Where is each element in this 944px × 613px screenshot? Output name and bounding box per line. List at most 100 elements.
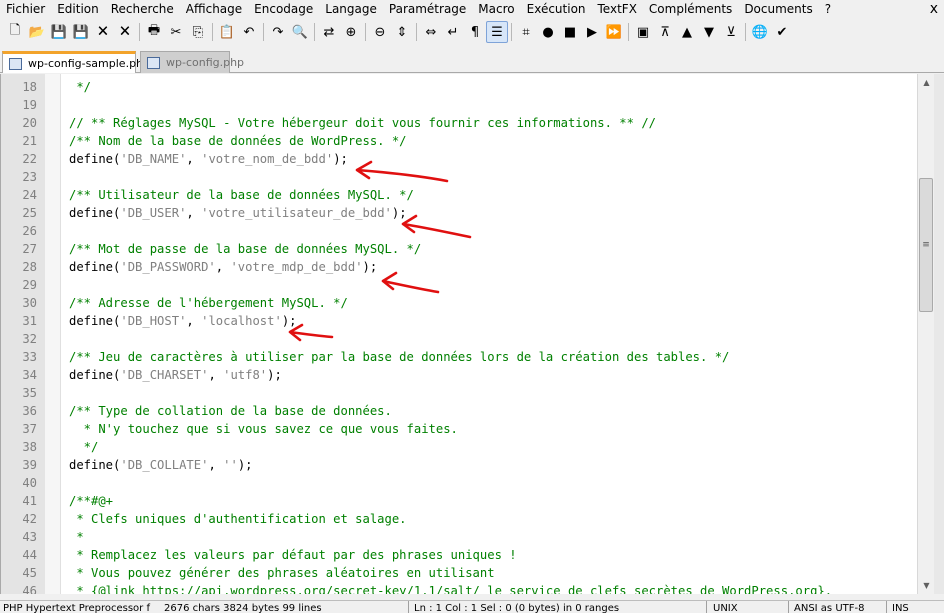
replace-icon[interactable]: ⇄ bbox=[318, 21, 340, 43]
line-number: 44 bbox=[22, 548, 37, 562]
menu-item[interactable]: Edition bbox=[51, 0, 105, 19]
code-line: 22 define('DB_NAME', 'votre_nom_de_bdd'); bbox=[1, 150, 917, 168]
code-line: 45 * Vous pouvez générer des phrases alé… bbox=[1, 564, 917, 582]
line-number: 46 bbox=[22, 584, 37, 594]
status-divider bbox=[706, 601, 707, 613]
zoom-in-icon[interactable]: ⊕ bbox=[340, 21, 362, 43]
menu-item[interactable]: Compléments bbox=[643, 0, 738, 19]
status-divider bbox=[788, 601, 789, 613]
show-all-chars-icon[interactable]: ¶ bbox=[464, 21, 486, 43]
code-line: 21 /** Nom de la base de données de WordP… bbox=[1, 132, 917, 150]
print-icon[interactable]: 🖶 bbox=[143, 21, 165, 43]
menu-item[interactable]: Recherche bbox=[105, 0, 180, 19]
find-icon[interactable]: 🔍 bbox=[289, 21, 311, 43]
down-icon[interactable]: ▼ bbox=[698, 21, 720, 43]
paste-icon[interactable]: 📋 bbox=[216, 21, 238, 43]
line-number: 42 bbox=[22, 512, 37, 526]
code-text: * N'y touchez que si vous savez ce que v… bbox=[69, 422, 458, 436]
menu-item[interactable]: Paramétrage bbox=[383, 0, 472, 19]
tab-wp-config[interactable]: wp-config.php bbox=[140, 51, 244, 73]
line-number: 23 bbox=[22, 170, 37, 184]
new-file-icon[interactable]: 🗋 bbox=[4, 21, 26, 43]
indent-guide-icon[interactable]: ☰ bbox=[486, 21, 508, 43]
code-text: // ** Réglages MySQL - Votre hébergeur d… bbox=[69, 116, 656, 130]
code-line: 38 */ bbox=[1, 438, 917, 456]
save-macro-icon[interactable]: ▣ bbox=[632, 21, 654, 43]
up-icon[interactable]: ▲ bbox=[676, 21, 698, 43]
file-icon bbox=[147, 56, 160, 69]
copy-icon[interactable]: ⎘ bbox=[187, 21, 209, 43]
code-line: 24 /** Utilisateur de la base de données … bbox=[1, 186, 917, 204]
line-number: 27 bbox=[22, 242, 37, 256]
code-line: 34 define('DB_CHARSET', 'utf8'); bbox=[1, 366, 917, 384]
code-text: /** Utilisateur de la base de données My… bbox=[69, 188, 414, 202]
vertical-scrollbar[interactable]: ▲ ≡ ▼ bbox=[917, 74, 934, 594]
redo-icon[interactable]: ↷ bbox=[267, 21, 289, 43]
sync-horizontal-icon[interactable]: ⇔ bbox=[420, 21, 442, 43]
code-token: ); bbox=[391, 206, 407, 220]
code-token: , bbox=[215, 260, 231, 274]
menu-item[interactable]: Documents bbox=[738, 0, 818, 19]
code-token: define( bbox=[69, 260, 121, 274]
line-number: 38 bbox=[22, 440, 37, 454]
status-language: PHP Hypertext Preprocessor f bbox=[3, 603, 150, 613]
string-token: '' bbox=[223, 458, 238, 472]
code-text: /** Jeu de caractères à utiliser par la … bbox=[69, 350, 730, 364]
string-token: 'utf8' bbox=[223, 368, 268, 382]
close-all-icon[interactable]: 🗙 bbox=[114, 21, 136, 43]
word-wrap-icon[interactable]: ↵ bbox=[442, 21, 464, 43]
code-line: 35 bbox=[1, 384, 917, 402]
code-token: define( bbox=[69, 458, 121, 472]
code-token: ); bbox=[267, 368, 282, 382]
tab-wp-config-sample[interactable]: wp-config-sample.php bbox=[2, 51, 150, 73]
code-line: 25 define('DB_USER', 'votre_utilisateur_d… bbox=[1, 204, 917, 222]
fold-all-icon[interactable]: ⊼ bbox=[654, 21, 676, 43]
open-folder-icon[interactable]: 📂 bbox=[26, 21, 48, 43]
menu-item[interactable]: TextFX bbox=[592, 0, 643, 19]
code-text: * Clefs uniques d'authentification et sa… bbox=[69, 512, 407, 526]
line-number: 24 bbox=[22, 188, 37, 202]
menu-item[interactable]: Encodage bbox=[248, 0, 319, 19]
menu-item[interactable]: Exécution bbox=[521, 0, 592, 19]
menu-item[interactable]: ? bbox=[819, 0, 837, 19]
play-macro-icon[interactable]: ▶ bbox=[581, 21, 603, 43]
code-line: 26 bbox=[1, 222, 917, 240]
line-number: 43 bbox=[22, 530, 37, 544]
code-line: 28 define('DB_PASSWORD', 'votre_mdp_de_bd… bbox=[1, 258, 917, 276]
save-icon[interactable]: 💾 bbox=[48, 21, 70, 43]
sync-vertical-icon[interactable]: ⇕ bbox=[391, 21, 413, 43]
menu-item[interactable]: Macro bbox=[472, 0, 520, 19]
record-macro-icon[interactable]: ● bbox=[537, 21, 559, 43]
user-defined-language-icon[interactable]: ⌗ bbox=[515, 21, 537, 43]
close-icon[interactable]: x bbox=[930, 1, 938, 17]
toolbar-separator bbox=[745, 23, 746, 41]
code-editor[interactable]: 18 */ 19 20 // ** Réglages MySQL - Votre hé… bbox=[0, 74, 917, 594]
scroll-up-icon[interactable]: ▲ bbox=[918, 74, 935, 91]
string-token: 'DB_HOST' bbox=[120, 314, 187, 328]
status-mode: INS bbox=[892, 603, 909, 613]
zoom-out-icon[interactable]: ⊖ bbox=[369, 21, 391, 43]
menu-item[interactable]: Fichier bbox=[0, 0, 51, 19]
stop-record-icon[interactable]: ■ bbox=[559, 21, 581, 43]
save-all-icon[interactable]: 💾 bbox=[70, 21, 92, 43]
scroll-thumb[interactable]: ≡ bbox=[919, 178, 933, 312]
code-line: 42 * Clefs uniques d'authentification et… bbox=[1, 510, 917, 528]
close-icon[interactable]: 🗙 bbox=[92, 21, 114, 43]
line-number: 33 bbox=[22, 350, 37, 364]
run-macro-multiple-icon[interactable]: ⏩ bbox=[603, 21, 625, 43]
launch-browser-icon[interactable]: 🌐 bbox=[749, 21, 771, 43]
code-token: ); bbox=[362, 260, 378, 274]
code-token: ); bbox=[333, 152, 348, 166]
line-number: 36 bbox=[22, 404, 37, 418]
undo-icon[interactable]: ↶ bbox=[238, 21, 260, 43]
code-line: 31 define('DB_HOST', 'localhost'); bbox=[1, 312, 917, 330]
menu-item[interactable]: Langage bbox=[319, 0, 383, 19]
code-text: /**#@+ bbox=[69, 494, 114, 508]
cut-icon[interactable]: ✂ bbox=[165, 21, 187, 43]
code-token: , bbox=[186, 152, 202, 166]
unfold-all-icon[interactable]: ⊻ bbox=[720, 21, 742, 43]
spell-check-icon[interactable]: ✔ bbox=[771, 21, 793, 43]
scroll-down-icon[interactable]: ▼ bbox=[918, 577, 935, 594]
menu-item[interactable]: Affichage bbox=[180, 0, 248, 19]
line-number: 30 bbox=[22, 296, 37, 310]
